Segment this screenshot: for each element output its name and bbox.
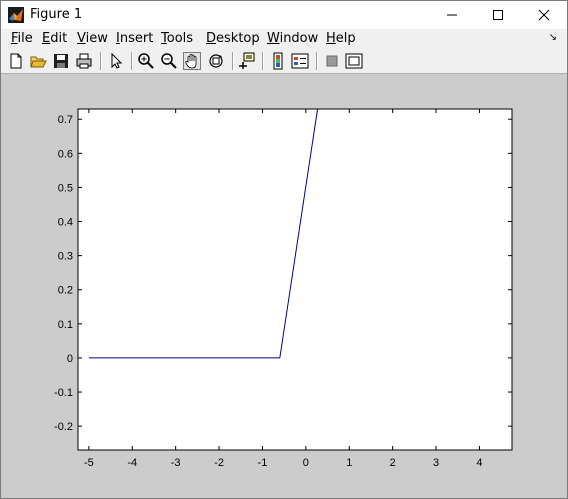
y-tick-label: 0.5	[58, 182, 73, 194]
x-tick-label: 1	[346, 457, 352, 469]
x-tick-label: -5	[84, 457, 94, 469]
y-tick-label: 0.6	[58, 148, 73, 160]
line-chart[interactable]: -5 -4 -3 -2 -1 0 1 2 3 4 0.7 0.6 0.5 0.4 0.3 0.2 0.1 0 -0.…	[1, 1, 567, 498]
x-tick-label: -1	[258, 457, 268, 469]
x-tick-label: -2	[214, 457, 224, 469]
x-tick-label: -4	[127, 457, 137, 469]
y-tick-label: 0.2	[58, 285, 73, 297]
x-tick-label: 0	[303, 457, 309, 469]
x-tick-label: 4	[476, 457, 482, 469]
y-tick-label: -0.2	[54, 421, 73, 433]
y-tick-label: 0.1	[58, 319, 73, 331]
y-tick-label: 0.7	[58, 114, 73, 126]
x-tick-label: 3	[433, 457, 439, 469]
y-tick-label: 0	[67, 353, 73, 365]
axes-box	[77, 108, 513, 451]
y-tick-label: -0.1	[54, 387, 73, 399]
y-tick-label: 0.3	[58, 251, 73, 263]
x-tick-label: -3	[171, 457, 181, 469]
x-tick-label: 2	[390, 457, 396, 469]
figure-window: Figure 1 File Edit View Insert Tools Des…	[0, 0, 568, 499]
y-tick-label: 0.4	[58, 217, 73, 229]
